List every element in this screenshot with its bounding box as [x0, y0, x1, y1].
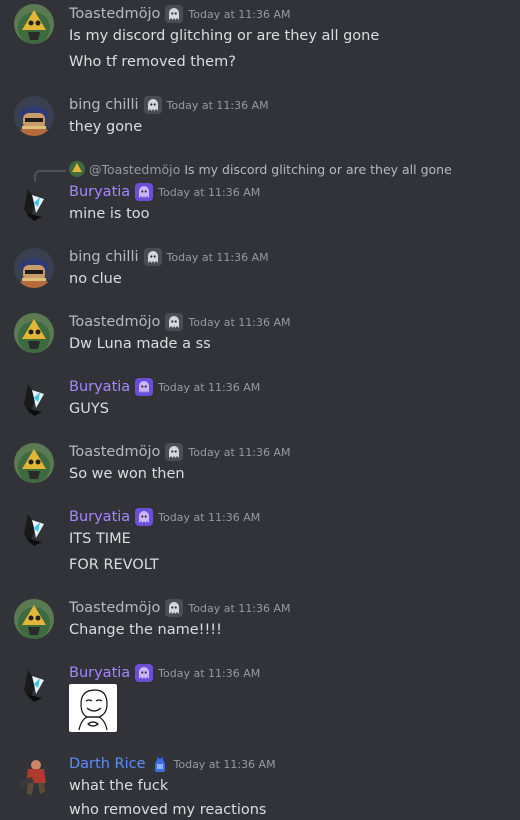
username[interactable]: bing chilli [69, 249, 139, 265]
message-text: mine is too [69, 206, 150, 222]
timestamp: Today at 11:36 AM [158, 185, 261, 199]
avatar-toastedmojo[interactable] [14, 313, 54, 353]
username[interactable]: Toastedmöjo [69, 444, 160, 460]
timestamp: Today at 11:36 AM [173, 757, 276, 771]
avatar-buryatia[interactable] [14, 183, 54, 223]
message-text: So we won then [69, 466, 185, 482]
timestamp: Today at 11:36 AM [158, 510, 261, 524]
message-text: Change the name!!!! [69, 622, 222, 638]
avatar-toastedmojo[interactable] [14, 4, 54, 44]
avatar-bing-chilli[interactable] [14, 248, 54, 288]
username[interactable]: Darth Rice [69, 756, 146, 772]
message-text: they gone [69, 119, 143, 135]
username[interactable]: bing chilli [69, 97, 139, 113]
avatar-toastedmojo[interactable] [14, 599, 54, 639]
chat-messages: Toastedmöjo Today at 11:36 AM Is my disc… [0, 0, 520, 818]
username[interactable]: Buryatia [69, 184, 130, 200]
troll-face-sticker[interactable] [69, 684, 117, 732]
username[interactable]: Buryatia [69, 379, 130, 395]
avatar-toastedmojo[interactable] [14, 443, 54, 483]
message-text: ITS TIME [69, 531, 131, 547]
username[interactable]: Buryatia [69, 509, 130, 525]
timestamp: Today at 11:36 AM [188, 7, 291, 21]
message-text: what the fuck [69, 778, 169, 794]
message-text: Dw Luna made a ss [69, 336, 211, 352]
ghost-badge-icon[interactable] [165, 5, 184, 23]
avatar-buryatia[interactable] [14, 378, 54, 418]
reply-text: Is my discord glitching or are they all … [184, 161, 452, 177]
username[interactable]: Toastedmöjo [69, 600, 160, 616]
message-text: FOR REVOLT [69, 557, 159, 573]
purple-ghost-badge-icon[interactable] [135, 508, 154, 526]
reply-preview[interactable]: @Toastedmöjo Is my discord glitching or … [69, 160, 452, 178]
username[interactable]: Toastedmöjo [69, 314, 160, 330]
ghost-badge-icon[interactable] [165, 313, 184, 331]
avatar-buryatia[interactable] [14, 508, 54, 548]
timestamp: Today at 11:36 AM [188, 445, 291, 459]
blue-potion-badge-icon[interactable] [151, 755, 169, 773]
avatar-bing-chilli[interactable] [14, 96, 54, 136]
message-text: Is my discord glitching or are they all … [69, 28, 380, 44]
timestamp: Today at 11:36 AM [158, 380, 261, 394]
purple-ghost-badge-icon[interactable] [135, 378, 154, 396]
purple-ghost-badge-icon[interactable] [135, 183, 154, 201]
purple-ghost-badge-icon[interactable] [135, 664, 154, 682]
timestamp: Today at 11:36 AM [158, 666, 261, 680]
avatar-buryatia[interactable] [14, 664, 54, 704]
timestamp: Today at 11:36 AM [188, 315, 291, 329]
ghost-badge-icon[interactable] [165, 599, 184, 617]
ghost-badge-icon[interactable] [143, 248, 162, 266]
timestamp: Today at 11:36 AM [166, 98, 269, 112]
reply-username[interactable]: @Toastedmöjo [89, 162, 180, 177]
ghost-badge-icon[interactable] [143, 96, 162, 114]
reply-connector [34, 170, 66, 182]
username[interactable]: Buryatia [69, 665, 130, 681]
timestamp: Today at 11:36 AM [188, 601, 291, 615]
username[interactable]: Toastedmöjo [69, 6, 160, 22]
avatar-darth-rice[interactable] [14, 755, 54, 795]
message-text: GUYS [69, 401, 109, 417]
reply-avatar [69, 161, 85, 177]
message-text: who removed my reactions [69, 802, 267, 818]
timestamp: Today at 11:36 AM [166, 250, 269, 264]
ghost-badge-icon[interactable] [165, 443, 184, 461]
message-text: Who tf removed them? [69, 54, 236, 70]
message-text: no clue [69, 271, 122, 287]
